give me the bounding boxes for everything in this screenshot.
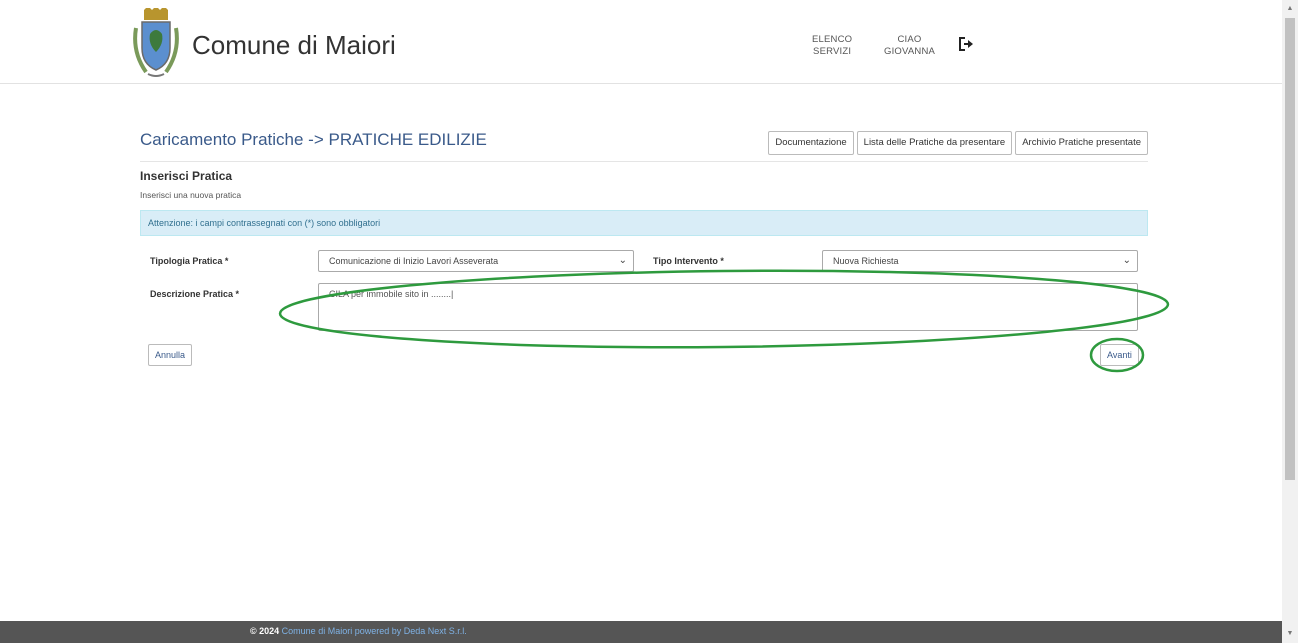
tipo-intervento-select[interactable]: Nuova Richiesta ⌄ xyxy=(822,250,1138,272)
page-title: Caricamento Pratiche -> PRATICHE EDILIZI… xyxy=(140,130,487,149)
vertical-scrollbar[interactable]: ▲ ▼ xyxy=(1282,0,1298,643)
nav-services-line2: SERVIZI xyxy=(813,46,852,57)
chevron-down-icon: ⌄ xyxy=(618,255,627,266)
top-button-group: Documentazione Lista delle Pratiche da p… xyxy=(768,131,1148,155)
archivio-pratiche-button[interactable]: Archivio Pratiche presentate xyxy=(1015,131,1148,155)
annulla-button[interactable]: Annulla xyxy=(148,344,193,366)
tipologia-label: Tipologia Pratica * xyxy=(150,256,229,266)
site-title[interactable]: Comune di Maiori xyxy=(192,30,396,61)
nav-user-line2: GIOVANNA xyxy=(884,46,936,57)
chevron-down-icon: ⌄ xyxy=(1122,255,1131,266)
heading-divider xyxy=(140,161,1148,162)
descrizione-label: Descrizione Pratica * xyxy=(150,289,240,299)
tipologia-value: Comunicazione di Inizio Lavori Asseverat… xyxy=(329,256,499,266)
logout-icon[interactable] xyxy=(958,37,974,51)
nav-user-menu[interactable]: CIAO GIOVANNA xyxy=(884,34,935,58)
nav-user-line1: CIAO xyxy=(897,34,922,45)
section-subtitle: Inserisci una nuova pratica xyxy=(140,190,242,200)
nav-elenco-servizi[interactable]: ELENCO SERVIZI xyxy=(812,34,852,58)
nav-services-line1: ELENCO xyxy=(812,34,853,45)
tipologia-select[interactable]: Comunicazione di Inizio Lavori Asseverat… xyxy=(318,250,634,272)
avanti-button[interactable]: Avanti xyxy=(1100,344,1139,366)
footer-text: © 2024 Comune di Maiori powered by Deda … xyxy=(250,626,467,636)
coat-of-arms-logo[interactable] xyxy=(130,8,182,80)
footer-link[interactable]: Comune di Maiori powered by Deda Next S.… xyxy=(282,626,467,636)
lista-pratiche-button[interactable]: Lista delle Pratiche da presentare xyxy=(856,131,1013,155)
tipo-intervento-label: Tipo Intervento * xyxy=(653,256,724,266)
page-header: Comune di Maiori ELENCO SERVIZI CIAO GIO… xyxy=(0,0,1282,84)
tipo-intervento-value: Nuova Richiesta xyxy=(833,256,899,266)
descrizione-textarea[interactable]: CILA per immobile sito in ........| xyxy=(318,283,1138,331)
page-footer: © 2024 Comune di Maiori powered by Deda … xyxy=(0,621,1282,643)
footer-copyright: © 2024 xyxy=(250,626,280,636)
scroll-down-arrow-icon[interactable]: ▼ xyxy=(1285,629,1295,639)
scrollbar-thumb[interactable] xyxy=(1285,18,1295,480)
scroll-up-arrow-icon[interactable]: ▲ xyxy=(1285,4,1295,14)
required-fields-alert: Attenzione: i campi contrassegnati con (… xyxy=(140,210,1148,236)
section-title: Inserisci Pratica xyxy=(140,169,233,183)
documentazione-button[interactable]: Documentazione xyxy=(768,131,854,155)
